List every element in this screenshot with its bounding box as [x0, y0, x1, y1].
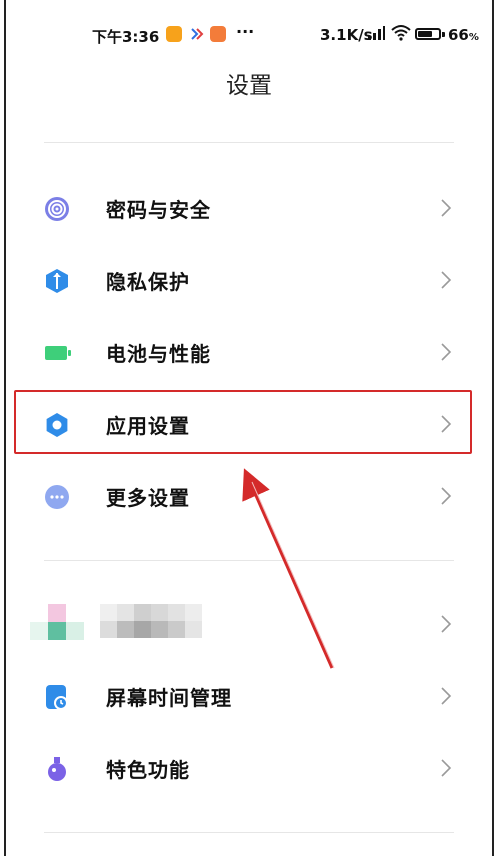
annotation-arrow	[242, 468, 335, 669]
